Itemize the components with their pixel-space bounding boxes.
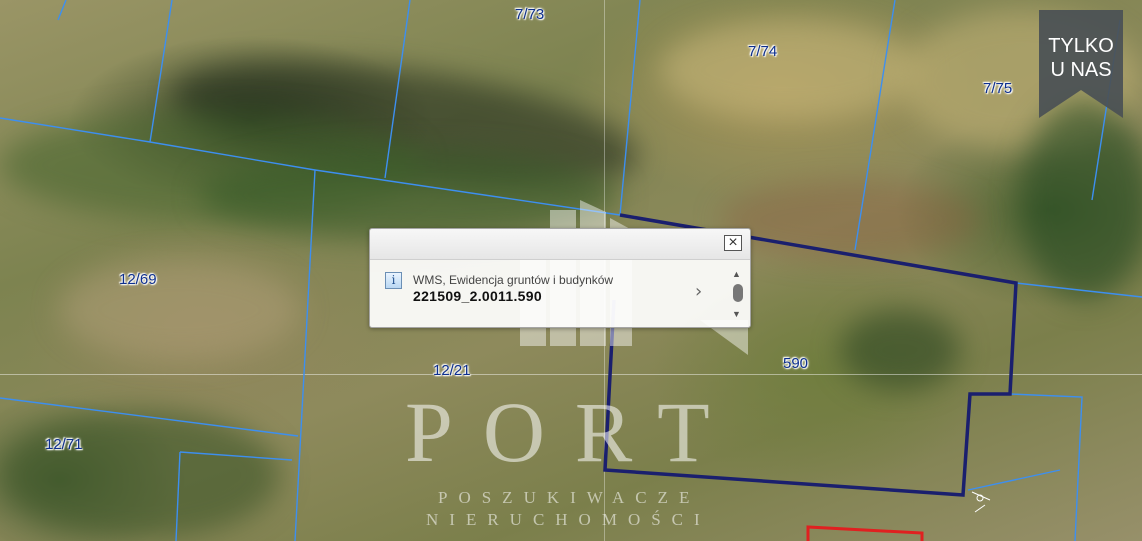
- small-marker: [971, 491, 991, 513]
- exclusive-badge: TYLKO U NAS: [1039, 10, 1123, 118]
- scrollbar-thumb[interactable]: [733, 284, 743, 302]
- parcel-label: 12/69: [119, 271, 157, 288]
- feature-info-popup[interactable]: × i WMS, Ewidencja gruntów i budynków 22…: [369, 228, 751, 328]
- parcel-label: 7/73: [515, 6, 545, 23]
- parcel-line: [57, 0, 67, 21]
- parcel-line: [0, 397, 299, 437]
- parcel-label: 7/75: [983, 80, 1013, 97]
- parcel-line: [1015, 282, 1142, 298]
- chevron-right-icon[interactable]: ›: [695, 281, 702, 302]
- scroll-down-icon[interactable]: ▼: [732, 309, 741, 319]
- map-canvas[interactable]: 7/73 7/74 7/75 12/69 12/21 590 12/71 POR…: [0, 0, 1142, 541]
- feature-id: 221509_2.0011.590: [413, 288, 542, 304]
- parcel-line: [619, 0, 641, 216]
- parcel-line: [179, 451, 293, 461]
- parcel-label: 590: [783, 355, 809, 372]
- parcel-line: [1009, 393, 1083, 541]
- close-icon[interactable]: ×: [724, 234, 742, 251]
- parcel-line: [149, 0, 173, 143]
- watermark-subtitle: NIERUCHOMOŚCI: [426, 510, 711, 529]
- parcel-line: [854, 0, 896, 251]
- info-icon: i: [385, 272, 402, 289]
- parcel-label: 7/74: [748, 43, 778, 60]
- popup-header: [370, 229, 750, 260]
- layer-name: WMS, Ewidencja gruntów i budynków: [413, 273, 614, 287]
- parcel-line: [384, 0, 411, 179]
- parcel-label: 12/21: [433, 362, 471, 379]
- parcel-label: 12/71: [45, 436, 83, 453]
- parcel-line: [294, 169, 316, 541]
- badge-line-1: TYLKO: [1048, 35, 1114, 57]
- badge-text: TYLKO U NAS: [1039, 34, 1123, 82]
- watermark-title: PORT: [405, 384, 740, 480]
- scroll-up-icon[interactable]: ▲: [732, 269, 741, 279]
- badge-line-2: U NAS: [1050, 59, 1112, 81]
- parcel-line: [175, 451, 181, 541]
- red-parcel-outline: [806, 525, 924, 541]
- watermark-subtitle: POSZUKIWACZE: [438, 488, 701, 507]
- parcel-line: [967, 469, 1061, 491]
